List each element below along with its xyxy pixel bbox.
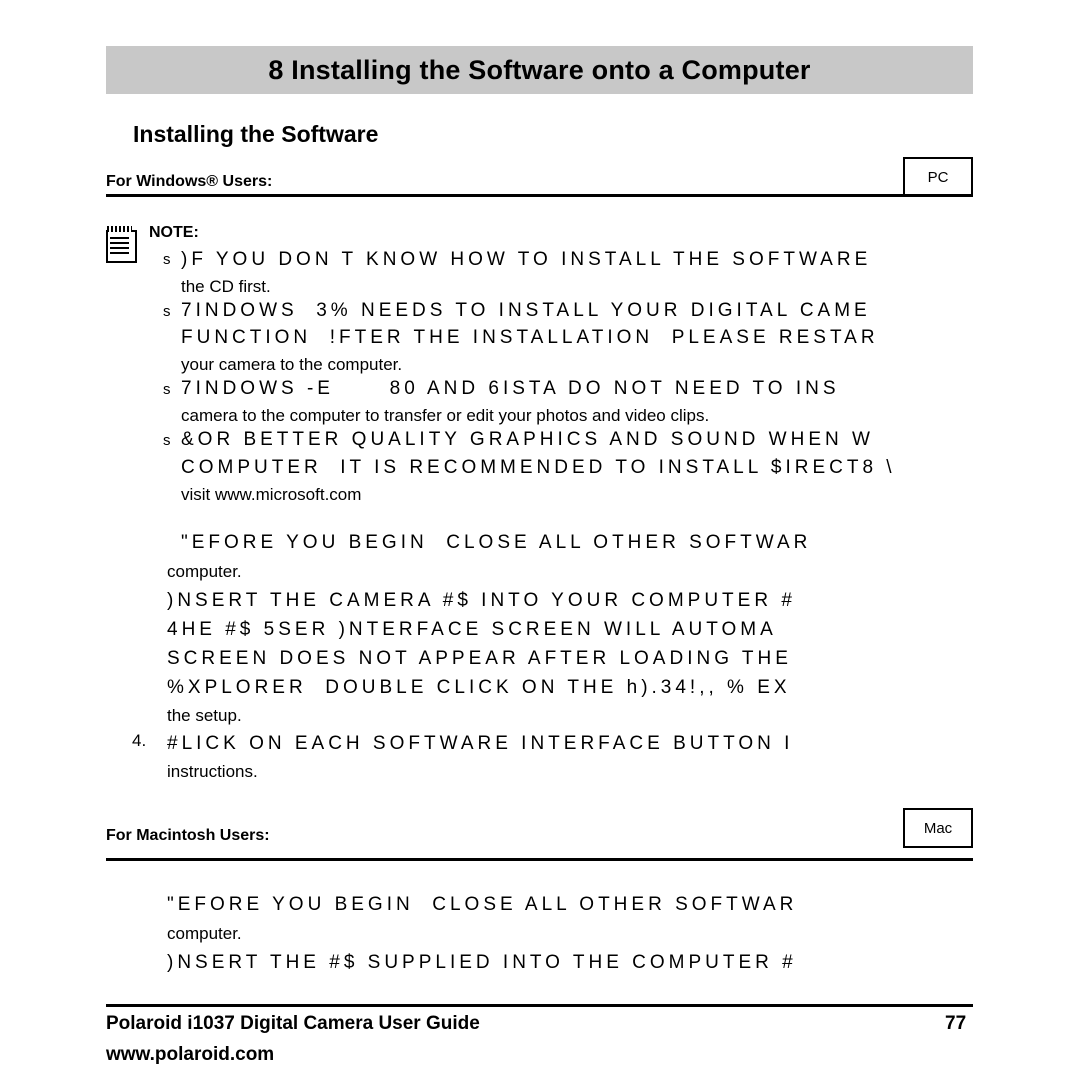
- divider-macintosh: [106, 858, 973, 861]
- note-2-line-2: FUNCTION !FTER THE INSTALLATION PLEASE R…: [181, 327, 879, 348]
- note-icon: [106, 226, 137, 263]
- mac-step-1-line-2: computer.: [167, 924, 242, 943]
- windows-step-4-number: 4.: [132, 731, 147, 750]
- windows-step-1-line-2: computer.: [167, 562, 242, 581]
- note-1-line-1: )F YOU DON T KNOW HOW TO INSTALL THE SOF…: [181, 249, 872, 270]
- platform-badge-pc-label: PC: [927, 168, 949, 186]
- footer-divider: [106, 1004, 973, 1007]
- note-bullet-marker-3: s: [163, 381, 171, 398]
- windows-step-4-line-2: instructions.: [167, 762, 258, 781]
- note-4-line-3: visit www.microsoft.com: [181, 485, 362, 504]
- divider-windows: [106, 194, 973, 197]
- platform-badge-mac-label: Mac: [923, 819, 953, 837]
- windows-users-heading: For Windows® Users:: [106, 173, 273, 190]
- platform-badge-mac: Mac: [903, 808, 973, 848]
- mac-step-1-line-1: "EFORE YOU BEGIN CLOSE ALL OTHER SOFTWAR: [167, 894, 798, 915]
- footer-title: Polaroid i1037 Digital Camera User Guide: [106, 1013, 480, 1034]
- note-3-line-1: 7INDOWS -E 80 AND 6ISTA DO NOT NEED TO I…: [181, 378, 840, 399]
- chapter-header-bar: 8 Installing the Software onto a Compute…: [106, 46, 973, 94]
- note-label: NOTE:: [149, 224, 199, 241]
- macintosh-users-heading: For Macintosh Users:: [106, 827, 270, 844]
- windows-step-2-line-5: the setup.: [167, 706, 242, 725]
- mac-step-2-line-1: )NSERT THE #$ SUPPLIED INTO THE COMPUTER…: [167, 952, 797, 973]
- footer-page-number: 77: [945, 1013, 967, 1034]
- windows-step-2-line-1: )NSERT THE CAMERA #$ INTO YOUR COMPUTER …: [167, 590, 796, 611]
- section-heading: Installing the Software: [133, 121, 379, 147]
- footer-url: www.polaroid.com: [106, 1044, 275, 1065]
- windows-step-4-line-1: #LICK ON EACH SOFTWARE INTERFACE BUTTON …: [167, 733, 794, 754]
- windows-step-2-line-4: %XPLORER DOUBLE CLICK ON THE h).34!,, % …: [167, 677, 791, 698]
- platform-badge-pc: PC: [903, 157, 973, 197]
- note-bullet-marker-2: s: [163, 303, 171, 320]
- note-bullet-marker-1: s: [163, 251, 171, 268]
- note-2-line-1: 7INDOWS 3% NEEDS TO INSTALL YOUR DIGITAL…: [181, 300, 871, 321]
- windows-step-2-line-3: SCREEN DOES NOT APPEAR AFTER LOADING THE: [167, 648, 792, 669]
- note-icon-lines: [110, 237, 129, 254]
- note-icon-teeth: [107, 226, 132, 232]
- note-4-line-1: &OR BETTER QUALITY GRAPHICS AND SOUND WH…: [181, 429, 874, 450]
- chapter-title: 8 Installing the Software onto a Compute…: [268, 54, 811, 85]
- windows-step-2-line-2: 4HE #$ 5SER )NTERFACE SCREEN WILL AUTOMA: [167, 619, 777, 640]
- note-bullet-marker-4: s: [163, 432, 171, 449]
- windows-step-1-line-1: "EFORE YOU BEGIN CLOSE ALL OTHER SOFTWAR: [181, 532, 812, 553]
- note-4-line-2: COMPUTER IT IS RECOMMENDED TO INSTALL $I…: [181, 457, 896, 478]
- document-page: 8 Installing the Software onto a Compute…: [0, 0, 1080, 1080]
